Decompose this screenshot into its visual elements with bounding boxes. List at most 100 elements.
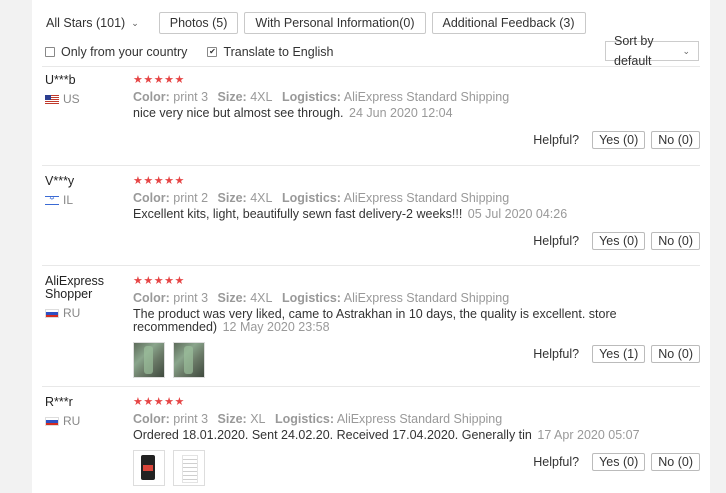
country-code: IL [63, 193, 74, 207]
sort-dropdown[interactable]: Sort by default ⌄ [605, 34, 699, 68]
helpful-vote: Helpful? Yes (0) No (0) [533, 453, 700, 471]
reviewer-country: RU [45, 306, 125, 320]
logistics-label: Logistics: [281, 191, 341, 205]
star-filter-label: All Stars (101) [46, 16, 126, 30]
il-flag-icon [45, 195, 59, 205]
helpful-vote: Helpful? Yes (0) No (0) [533, 232, 700, 250]
review-date: 12 May 2020 23:58 [222, 320, 330, 334]
reviewer-name: V***y [45, 174, 75, 188]
color-value: print 2 [173, 191, 209, 205]
color-value: print 3 [173, 412, 209, 426]
color-label: Color: [133, 412, 170, 426]
size-label: Size: [217, 191, 247, 205]
size-value: 4XL [250, 191, 273, 205]
review-date: 17 Apr 2020 05:07 [537, 428, 640, 442]
helpful-no-button[interactable]: No (0) [651, 131, 700, 149]
helpful-vote: Helpful? Yes (1) No (0) [533, 345, 700, 363]
review-item: R***r RU ★★★★★ Color: print 3 Size: XL L… [32, 396, 710, 493]
options-row: Only from your country ✔ Translate to En… [32, 34, 710, 68]
ru-flag-icon [45, 416, 59, 426]
reviewer-name: U***b [45, 73, 76, 87]
country-code: RU [63, 414, 81, 428]
translate-label: Translate to English [223, 45, 334, 59]
us-flag-icon [45, 94, 59, 104]
additional-feedback-filter-button[interactable]: Additional Feedback (3) [431, 12, 586, 34]
color-value: print 3 [173, 291, 209, 305]
review-photo-thumbnail[interactable] [133, 342, 165, 378]
review-content: ★★★★★ Color: print 3 Size: 4XL Logistics… [133, 74, 700, 120]
review-body: Excellent kits, light, beautifully sewn … [133, 207, 463, 221]
helpful-yes-button[interactable]: Yes (0) [592, 453, 646, 471]
review-text: Ordered 18.01.2020. Sent 24.02.20. Recei… [133, 429, 700, 442]
logistics-value: AliExpress Standard Shipping [336, 412, 503, 426]
helpful-yes-button[interactable]: Yes (0) [592, 131, 646, 149]
helpful-label: Helpful? [533, 455, 580, 469]
filter-row: All Stars (101) ⌄ Photos (5) With Person… [32, 11, 710, 35]
review-content: ★★★★★ Color: print 2 Size: 4XL Logistics… [133, 175, 700, 221]
helpful-vote: Helpful? Yes (0) No (0) [533, 131, 700, 149]
star-rating: ★★★★★ [133, 275, 185, 287]
logistics-label: Logistics: [274, 412, 335, 426]
helpful-no-button[interactable]: No (0) [651, 232, 700, 250]
country-only-label: Only from your country [61, 45, 188, 59]
star-filter-dropdown[interactable]: All Stars (101) ⌄ [46, 16, 139, 30]
star-rating: ★★★★★ [133, 74, 185, 86]
size-value: 4XL [250, 291, 273, 305]
size-label: Size: [217, 90, 247, 104]
review-body: The product was very liked, came to Astr… [133, 307, 617, 334]
review-body: nice very nice but almost see through. [133, 106, 344, 120]
reviewer-info: V***y IL [45, 175, 125, 207]
review-text: Excellent kits, light, beautifully sewn … [133, 208, 700, 221]
reviewer-name: AliExpress Shopper [45, 274, 105, 301]
review-item: V***y IL ★★★★★ Color: print 2 Size: 4XL … [32, 175, 710, 265]
personal-info-filter-button[interactable]: With Personal Information(0) [244, 12, 426, 34]
reviewer-country: US [45, 92, 125, 106]
size-label: Size: [217, 291, 247, 305]
checkbox-unchecked-icon [45, 47, 55, 57]
chevron-down-icon: ⌄ [131, 17, 139, 28]
review-photo-thumbnail[interactable] [173, 342, 205, 378]
reviewer-name: R***r [45, 395, 73, 409]
review-attributes: Color: print 3 Size: XL Logistics: AliEx… [133, 412, 700, 426]
divider [42, 66, 700, 67]
divider [42, 165, 700, 166]
logistics-value: AliExpress Standard Shipping [343, 191, 510, 205]
review-date: 05 Jul 2020 04:26 [467, 207, 568, 221]
ru-flag-icon [45, 308, 59, 318]
translate-checkbox[interactable]: ✔ Translate to English [207, 45, 333, 59]
country-only-checkbox[interactable]: Only from your country [45, 45, 187, 59]
star-rating: ★★★★★ [133, 175, 185, 187]
reviewer-info: R***r RU [45, 396, 125, 428]
divider [42, 386, 700, 387]
logistics-label: Logistics: [281, 90, 341, 104]
review-date: 24 Jun 2020 12:04 [349, 106, 453, 120]
review-attributes: Color: print 2 Size: 4XL Logistics: AliE… [133, 191, 700, 205]
reviewer-country: RU [45, 414, 125, 428]
reviewer-country: IL [45, 193, 125, 207]
logistics-value: AliExpress Standard Shipping [343, 90, 510, 104]
size-value: XL [250, 412, 266, 426]
checkbox-checked-icon: ✔ [207, 47, 218, 57]
reviewer-info: AliExpress Shopper RU [45, 275, 125, 320]
review-attributes: Color: print 3 Size: 4XL Logistics: AliE… [133, 90, 700, 104]
helpful-no-button[interactable]: No (0) [651, 345, 700, 363]
size-value: 4XL [250, 90, 273, 104]
review-item: AliExpress Shopper RU ★★★★★ Color: print… [32, 275, 710, 385]
feedback-panel: All Stars (101) ⌄ Photos (5) With Person… [32, 0, 710, 493]
helpful-label: Helpful? [533, 347, 580, 361]
photos-filter-button[interactable]: Photos (5) [158, 12, 239, 34]
size-label: Size: [217, 412, 247, 426]
review-text: The product was very liked, came to Astr… [133, 308, 633, 334]
review-photo-thumbnail[interactable] [173, 450, 205, 486]
color-value: print 3 [173, 90, 209, 104]
star-rating: ★★★★★ [133, 396, 185, 408]
helpful-no-button[interactable]: No (0) [651, 453, 700, 471]
country-code: RU [63, 306, 81, 320]
review-photo-thumbnail[interactable] [133, 450, 165, 486]
helpful-yes-button[interactable]: Yes (1) [592, 345, 646, 363]
helpful-label: Helpful? [533, 234, 580, 248]
logistics-value: AliExpress Standard Shipping [343, 291, 510, 305]
helpful-yes-button[interactable]: Yes (0) [592, 232, 646, 250]
country-code: US [63, 92, 80, 106]
review-content: ★★★★★ Color: print 3 Size: XL Logistics:… [133, 396, 700, 486]
